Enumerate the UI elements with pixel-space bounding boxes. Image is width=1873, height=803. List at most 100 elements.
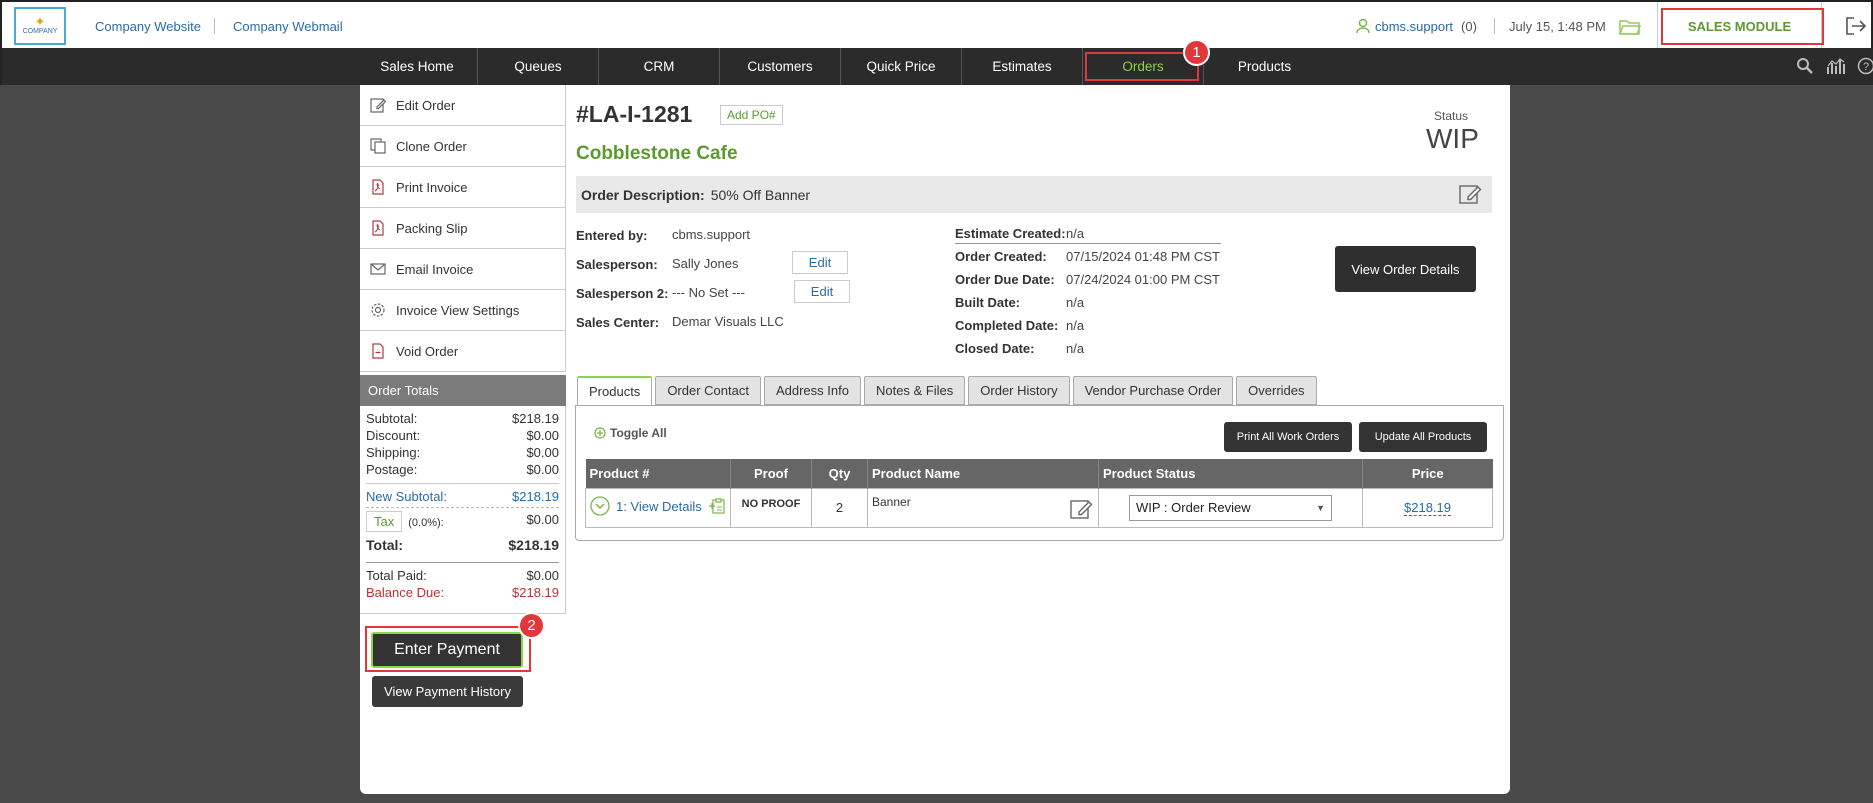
envelope-icon bbox=[370, 263, 386, 275]
status-label: Status bbox=[1434, 109, 1469, 123]
edit-salesperson-button[interactable]: Edit bbox=[792, 251, 848, 274]
order-created-value: 07/15/2024 01:48 PM CST bbox=[1066, 249, 1220, 264]
action-label: Clone Order bbox=[396, 138, 467, 154]
entered-by-value: cbms.support bbox=[672, 227, 751, 242]
company-logo[interactable]: ✦ COMPANY bbox=[14, 7, 66, 45]
postage-row: Postage: $0.00 bbox=[366, 461, 559, 478]
estimate-created-value: n/a bbox=[1066, 226, 1085, 241]
help-icon[interactable]: ? bbox=[1857, 57, 1873, 75]
toggle-all-label: Toggle All bbox=[610, 426, 667, 440]
nav-estimates[interactable]: Estimates bbox=[962, 48, 1083, 85]
divider bbox=[214, 18, 215, 34]
user-icon bbox=[1356, 18, 1370, 34]
nav-sales-home[interactable]: Sales Home bbox=[357, 48, 478, 85]
analytics-icon[interactable] bbox=[1826, 57, 1846, 75]
tab-order-contact[interactable]: Order Contact bbox=[655, 376, 761, 405]
tab-overrides[interactable]: Overrides bbox=[1236, 376, 1317, 405]
label: Total Paid: bbox=[366, 568, 427, 583]
nav-quick-price[interactable]: Quick Price bbox=[841, 48, 962, 85]
print-invoice-action[interactable]: Print Invoice bbox=[360, 167, 566, 208]
column-header: Qty bbox=[811, 459, 868, 488]
order-actions-sidebar: Edit Order Clone Order Print Invoice Pac… bbox=[360, 85, 566, 614]
user-menu[interactable]: cbms.support (0) bbox=[1355, 18, 1477, 34]
orders-highlight-box bbox=[1085, 52, 1199, 81]
company-website-link[interactable]: Company Website bbox=[95, 19, 201, 34]
email-invoice-action[interactable]: Email Invoice bbox=[360, 249, 566, 290]
folder-icon[interactable] bbox=[1619, 18, 1641, 36]
built-date-value: n/a bbox=[1066, 295, 1085, 310]
edit-description-icon[interactable] bbox=[1458, 182, 1482, 206]
tab-address-info[interactable]: Address Info bbox=[763, 376, 861, 405]
action-label: Void Order bbox=[396, 343, 459, 359]
invoice-view-settings-action[interactable]: Invoice View Settings bbox=[360, 290, 566, 331]
value: $218.19 bbox=[512, 489, 559, 504]
value: $218.19 bbox=[508, 537, 559, 553]
product-status-select[interactable]: WIP : Order Review ▼ bbox=[1129, 494, 1332, 521]
add-po-button[interactable]: Add PO# bbox=[720, 105, 783, 125]
pdf-icon bbox=[372, 179, 384, 195]
total-row: Total: $218.19 bbox=[366, 537, 559, 563]
expand-chevron-icon[interactable] bbox=[590, 496, 610, 516]
current-datetime: July 15, 1:48 PM bbox=[1509, 19, 1606, 34]
packing-slip-action[interactable]: Packing Slip bbox=[360, 208, 566, 249]
tab-products[interactable]: Products bbox=[577, 376, 653, 406]
order-totals-header: Order Totals bbox=[360, 375, 566, 406]
view-order-details-button[interactable]: View Order Details bbox=[1335, 246, 1476, 292]
price-link[interactable]: $218.19 bbox=[1404, 500, 1451, 516]
tab-order-history[interactable]: Order History bbox=[968, 376, 1070, 405]
salesperson-value: Sally Jones bbox=[672, 256, 739, 271]
description-value: 50% Off Banner bbox=[710, 186, 811, 203]
label: Shipping: bbox=[366, 445, 421, 460]
completed-date-label: Completed Date: bbox=[955, 318, 1059, 333]
order-due-label: Order Due Date: bbox=[955, 272, 1055, 287]
balance-due-row: Balance Due: $218.19 bbox=[366, 584, 559, 601]
plus-circle-icon bbox=[594, 427, 606, 439]
estimate-created-label: Estimate Created: bbox=[955, 226, 1066, 241]
salesperson2-label: Salesperson 2: bbox=[576, 286, 669, 301]
clone-order-action[interactable]: Clone Order bbox=[360, 126, 566, 167]
order-tabs: Products Order Contact Address Info Note… bbox=[577, 376, 1317, 406]
edit-salesperson2-button[interactable]: Edit bbox=[794, 280, 850, 303]
edit-product-icon[interactable] bbox=[1069, 497, 1093, 521]
company-webmail-link[interactable]: Company Webmail bbox=[233, 19, 343, 34]
enter-payment-button[interactable]: Enter Payment bbox=[371, 632, 523, 668]
highlight-box bbox=[1661, 8, 1824, 45]
divider bbox=[955, 243, 1221, 244]
description-label: Order Description: bbox=[581, 186, 705, 203]
void-order-action[interactable]: Void Order bbox=[360, 331, 566, 372]
salesperson2-value: --- No Set --- bbox=[672, 285, 745, 300]
column-header: Price bbox=[1362, 459, 1493, 488]
view-payment-history-button[interactable]: View Payment History bbox=[372, 676, 523, 707]
sales-center-label: Sales Center: bbox=[576, 315, 660, 330]
nav-queues[interactable]: Queues bbox=[478, 48, 599, 85]
edit-order-action[interactable]: Edit Order bbox=[360, 85, 566, 126]
nav-products[interactable]: Products bbox=[1204, 48, 1325, 85]
action-label: Packing Slip bbox=[396, 220, 468, 236]
customer-name[interactable]: Cobblestone Cafe bbox=[576, 143, 738, 165]
closed-date-value: n/a bbox=[1066, 341, 1085, 356]
tab-vendor-purchase-order[interactable]: Vendor Purchase Order bbox=[1072, 376, 1234, 405]
sales-module-button[interactable]: SALES MODULE bbox=[1657, 2, 1824, 50]
tax-button[interactable]: Tax bbox=[366, 511, 403, 532]
update-all-products-button[interactable]: Update All Products bbox=[1359, 422, 1487, 452]
action-label: Print Invoice bbox=[396, 179, 468, 195]
order-totals: Subtotal: $218.19 Discount: $0.00 Shipping… bbox=[360, 406, 566, 614]
nav-crm[interactable]: CRM bbox=[599, 48, 720, 85]
view-details-link[interactable]: 1: View Details bbox=[616, 499, 702, 514]
nav-customers[interactable]: Customers bbox=[720, 48, 841, 85]
value: $0.00 bbox=[526, 568, 559, 583]
subtotal-row: Subtotal: $218.19 bbox=[366, 410, 559, 427]
value: $0.00 bbox=[526, 428, 559, 443]
order-created-label: Order Created: bbox=[955, 249, 1047, 264]
logout-icon[interactable] bbox=[1845, 16, 1867, 36]
print-all-work-orders-button[interactable]: Print All Work Orders bbox=[1224, 422, 1352, 452]
new-subtotal-row: New Subtotal: $218.19 bbox=[366, 483, 559, 508]
add-to-clipboard-icon[interactable] bbox=[708, 497, 726, 515]
order-number: #LA-I-1281 bbox=[576, 101, 693, 127]
search-icon[interactable] bbox=[1796, 57, 1814, 75]
salesperson-label: Salesperson: bbox=[576, 257, 658, 272]
toggle-all-button[interactable]: Toggle All bbox=[594, 426, 667, 440]
tab-notes-files[interactable]: Notes & Files bbox=[863, 376, 966, 405]
label: Subtotal: bbox=[366, 411, 418, 426]
selected-status: WIP : Order Review bbox=[1136, 500, 1251, 515]
